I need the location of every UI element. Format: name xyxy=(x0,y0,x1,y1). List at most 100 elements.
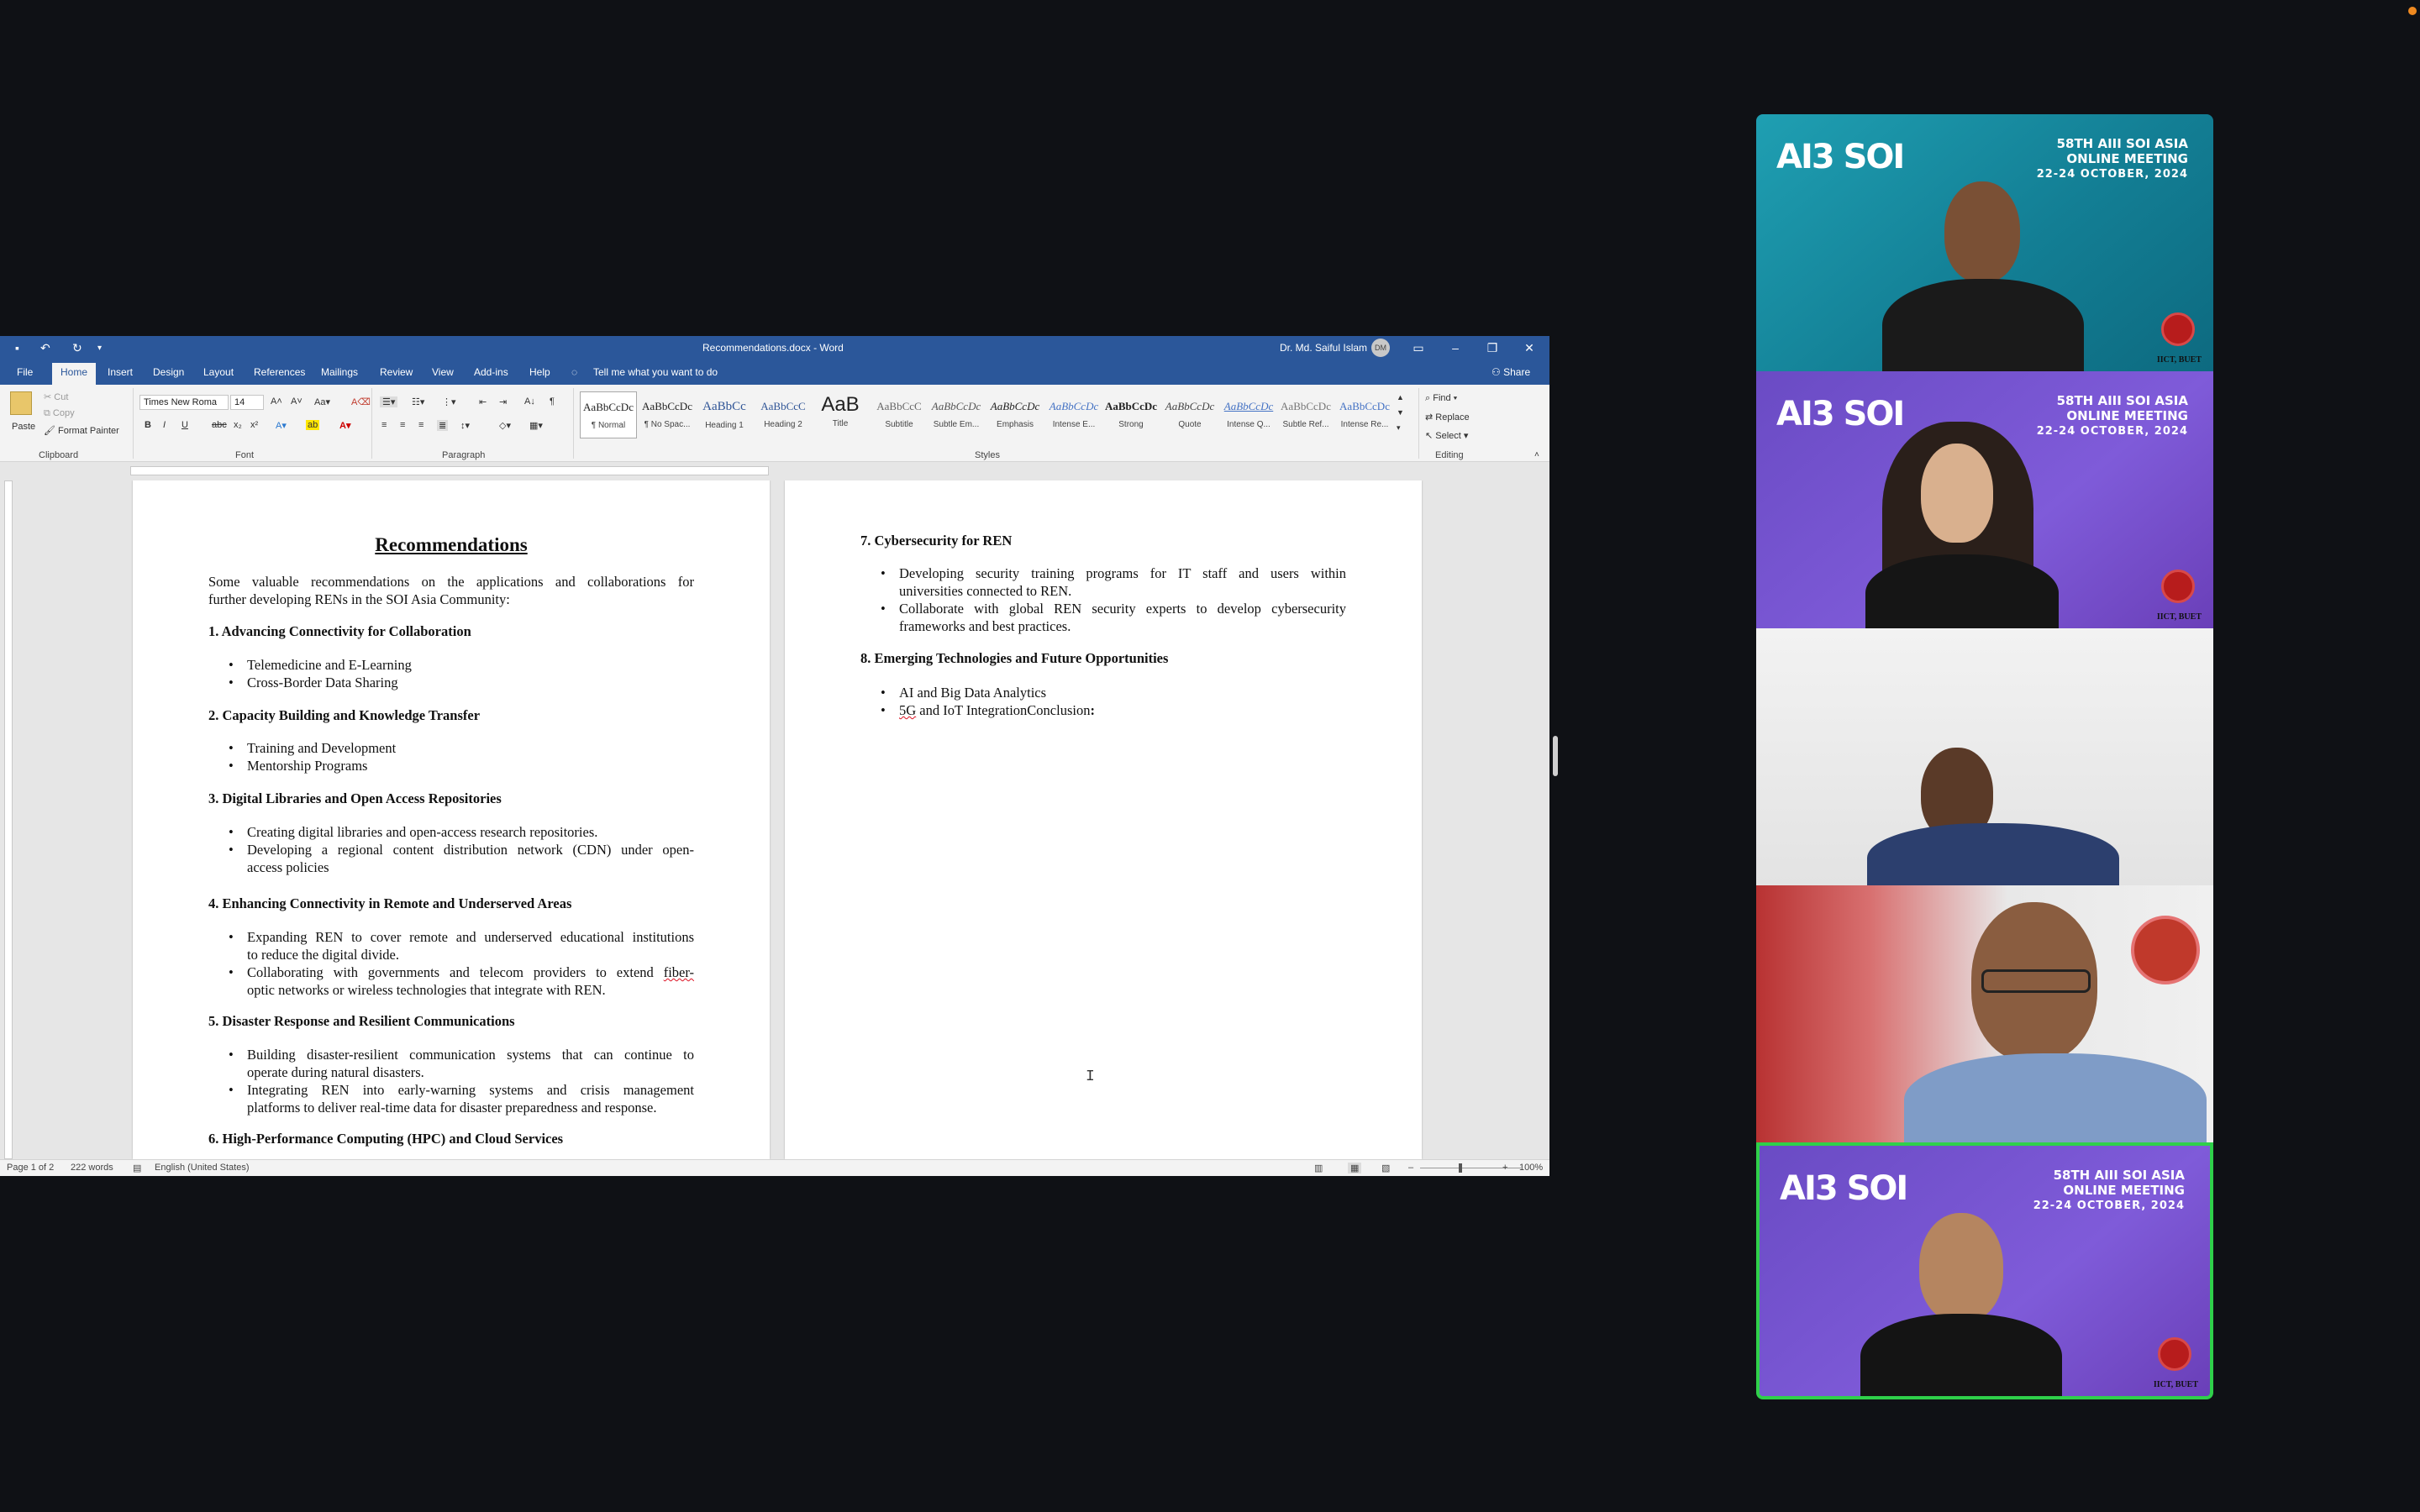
style-heading-1[interactable]: AaBbCc Heading 1 xyxy=(696,391,753,438)
align-left-icon[interactable]: ≡ xyxy=(381,420,387,430)
video-tile-4[interactable] xyxy=(1756,885,2213,1142)
tab-review[interactable]: Review xyxy=(380,366,413,378)
document-page-2[interactable]: 7. Cybersecurity for REN • Developing sec… xyxy=(785,480,1422,1159)
grow-font-icon[interactable]: A˄ xyxy=(271,396,282,407)
find-button[interactable]: ⌕ Find ▾ xyxy=(1425,393,1457,404)
tab-view[interactable]: View xyxy=(432,366,454,378)
copy-button[interactable]: ⧉ Copy xyxy=(44,408,75,419)
tab-references[interactable]: References xyxy=(254,366,305,378)
video-tile-2[interactable]: AI3 SOI 58TH AIII SOI ASIA ONLINE MEETIN… xyxy=(1756,371,2213,628)
style-normal[interactable]: AaBbCcDc ¶ Normal xyxy=(580,391,637,438)
print-layout-icon[interactable]: ▦ xyxy=(1348,1163,1362,1173)
zoom-level[interactable]: 100% xyxy=(1519,1163,1543,1173)
font-size-select[interactable]: 14 xyxy=(230,395,264,410)
justify-icon[interactable]: ≣ xyxy=(437,420,449,431)
video-tile-3[interactable] xyxy=(1756,628,2213,885)
change-case-icon[interactable]: Aa▾ xyxy=(314,396,330,407)
document-page-1[interactable]: Recommendations Some valuable recommenda… xyxy=(133,480,770,1159)
tab-mailings[interactable]: Mailings xyxy=(321,366,358,378)
show-marks-icon[interactable]: ¶ xyxy=(550,396,555,407)
tab-help[interactable]: Help xyxy=(529,366,550,378)
style-subtitle[interactable]: AaBbCcC Subtitle xyxy=(871,391,928,438)
word-count[interactable]: 222 words xyxy=(71,1163,113,1173)
video-tile-1[interactable]: AI3 SOI 58TH AIII SOI ASIA ONLINE MEETIN… xyxy=(1756,114,2213,371)
align-center-icon[interactable]: ≡ xyxy=(400,420,405,430)
shrink-font-icon[interactable]: A˅ xyxy=(291,396,302,407)
style-quote[interactable]: AaBbCcDc Quote xyxy=(1161,391,1218,438)
sort-icon[interactable]: A↓ xyxy=(524,396,535,407)
align-right-icon[interactable]: ≡ xyxy=(418,420,424,430)
style-heading-2[interactable]: AaBbCcC Heading 2 xyxy=(755,391,812,438)
shading-icon[interactable]: ◇▾ xyxy=(499,420,511,431)
restore-button[interactable]: ❐ xyxy=(1474,336,1511,360)
decrease-indent-icon[interactable]: ⇤ xyxy=(479,396,487,407)
proofing-icon[interactable]: ▤ xyxy=(133,1163,141,1173)
select-button[interactable]: ↖ Select ▾ xyxy=(1425,430,1468,441)
document-area[interactable]: Recommendations Some valuable recommenda… xyxy=(17,480,1549,1159)
tell-me-search[interactable]: Tell me what you want to do xyxy=(593,366,718,378)
line-spacing-icon[interactable]: ↕▾ xyxy=(460,420,470,431)
spelling-error[interactable]: 5G xyxy=(899,702,916,718)
font-family-select[interactable]: Times New Roma xyxy=(139,395,229,410)
redo-icon[interactable]: ↻ xyxy=(72,341,82,355)
tab-add-ins[interactable]: Add-ins xyxy=(474,366,508,378)
style-subtle-reference[interactable]: AaBbCcDc Subtle Ref... xyxy=(1277,391,1334,438)
zoom-slider-thumb[interactable] xyxy=(1459,1163,1462,1173)
tab-insert[interactable]: Insert xyxy=(108,366,133,378)
superscript-icon[interactable]: x² xyxy=(250,420,258,430)
style-title[interactable]: AaB Title xyxy=(812,391,869,438)
tab-design[interactable]: Design xyxy=(153,366,184,378)
user-name[interactable]: Dr. Md. Saiful Islam xyxy=(1280,342,1367,354)
format-painter-button[interactable]: 🖌 Format Painter xyxy=(44,425,119,436)
tab-file[interactable]: File xyxy=(17,366,33,378)
close-button[interactable]: ✕ xyxy=(1511,336,1548,360)
customize-qat-icon[interactable]: ▾ xyxy=(97,344,102,353)
save-icon[interactable]: ▪ xyxy=(15,341,19,354)
share-button[interactable]: ⚇ Share xyxy=(1491,366,1530,378)
style-strong[interactable]: AaBbCcDc Strong xyxy=(1102,391,1160,438)
user-avatar[interactable]: DM xyxy=(1371,339,1390,357)
tab-layout[interactable]: Layout xyxy=(203,366,234,378)
read-mode-icon[interactable]: ▥ xyxy=(1314,1163,1323,1173)
italic-icon[interactable]: I xyxy=(163,420,166,430)
style-emphasis[interactable]: AaBbCcDc Emphasis xyxy=(986,391,1044,438)
collapse-ribbon-icon[interactable]: ˄ xyxy=(1534,450,1539,459)
video-tile-5-active-speaker[interactable]: AI3 SOI 58TH AIII SOI ASIA ONLINE MEETIN… xyxy=(1756,1142,2213,1399)
document-scroll-thumb[interactable] xyxy=(1553,736,1558,776)
borders-icon[interactable]: ▦▾ xyxy=(529,420,543,431)
tab-home[interactable]: Home xyxy=(52,363,97,385)
clipboard-icon[interactable] xyxy=(10,391,32,415)
horizontal-ruler[interactable] xyxy=(0,462,1549,480)
highlight-icon[interactable]: ab xyxy=(306,420,320,430)
undo-icon[interactable]: ↶ xyxy=(40,341,50,355)
style-intense-reference[interactable]: AaBbCcDc Intense Re... xyxy=(1336,391,1393,438)
strikethrough-icon[interactable]: abc xyxy=(212,420,227,430)
styles-scroll-down-icon[interactable]: ▼ xyxy=(1397,408,1404,417)
underline-icon[interactable]: U xyxy=(182,420,188,430)
clear-formatting-icon[interactable]: A⌫ xyxy=(351,396,371,407)
subscript-icon[interactable]: x₂ xyxy=(234,420,242,430)
zoom-out-icon[interactable]: – xyxy=(1408,1163,1413,1173)
styles-more-icon[interactable]: ▾ xyxy=(1397,423,1401,433)
increase-indent-icon[interactable]: ⇥ xyxy=(499,396,507,407)
paste-button[interactable]: Paste xyxy=(12,422,35,432)
text-effects-icon[interactable]: A▾ xyxy=(276,420,287,431)
style-intense-quote[interactable]: AaBbCcDc Intense Q... xyxy=(1220,391,1277,438)
zoom-in-icon[interactable]: + xyxy=(1502,1163,1507,1173)
numbering-icon[interactable]: ☷▾ xyxy=(412,396,424,407)
ribbon-display-icon[interactable]: ▭ xyxy=(1400,336,1437,360)
font-color-icon[interactable]: A▾ xyxy=(339,420,350,431)
styles-scroll-up-icon[interactable]: ▲ xyxy=(1397,393,1404,402)
replace-button[interactable]: ⇄ Replace xyxy=(1425,412,1470,423)
style-intense-emphasis[interactable]: AaBbCcDc Intense E... xyxy=(1045,391,1102,438)
bold-icon[interactable]: B xyxy=(145,420,151,430)
bullets-icon[interactable]: ☰▾ xyxy=(380,396,398,407)
page-count[interactable]: Page 1 of 2 xyxy=(7,1163,54,1173)
style-no-spacing[interactable]: AaBbCcDc ¶ No Spac... xyxy=(639,391,696,438)
spelling-error[interactable]: fiber- xyxy=(664,964,694,980)
multilevel-list-icon[interactable]: ⋮▾ xyxy=(442,396,456,407)
web-layout-icon[interactable]: ▧ xyxy=(1381,1163,1390,1173)
language[interactable]: English (United States) xyxy=(155,1163,250,1173)
minimize-button[interactable]: – xyxy=(1437,336,1474,360)
vertical-ruler[interactable] xyxy=(0,480,17,1159)
